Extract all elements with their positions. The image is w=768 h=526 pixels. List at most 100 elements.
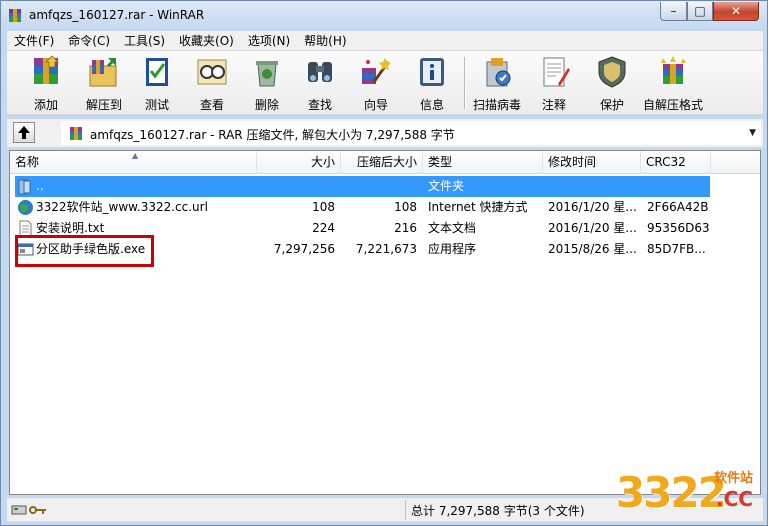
wizard-icon: [362, 58, 391, 84]
find-icon: [308, 62, 332, 82]
file-size: 108: [312, 200, 335, 214]
test-label: 测试: [144, 98, 169, 112]
file-type: 文件夹: [428, 179, 465, 193]
file-size: 7,297,256: [273, 242, 335, 256]
address-bar: amfqzs_160127.rar - RAR 压缩文件, 解包大小为 7,29…: [7, 119, 763, 147]
test-icon: [146, 58, 168, 86]
file-crc32: 95356D63: [647, 221, 710, 235]
sfx-button[interactable]: 自解压格式: [639, 54, 707, 114]
drive-key-icon: [11, 505, 46, 515]
column-name-label: 名称: [15, 155, 40, 169]
file-list[interactable]: 名称 ▲ 大小 压缩后大小 类型 修改时间 CRC32 .. 文件夹 3322软…: [9, 150, 761, 495]
watermark-logo: 3322 软件站 .CC: [616, 467, 766, 525]
toolbar: 添加 解压到 测试 查看 删除 查找 向导 信息 扫描病毒 注释 保护 自解压格…: [7, 51, 763, 115]
address-field[interactable]: amfqzs_160127.rar - RAR 压缩文件, 解包大小为 7,29…: [61, 121, 761, 145]
virus-scan-icon: [486, 58, 511, 87]
file-name: ..: [36, 179, 44, 193]
column-size[interactable]: 大小: [257, 151, 341, 174]
file-type: 应用程序: [428, 242, 477, 256]
file-crc32: 85D7FB...: [647, 242, 706, 256]
winrar-window: amfqzs_160127.rar - WinRAR – □ ✕ 文件(F) 命…: [0, 0, 768, 526]
maximize-button[interactable]: □: [687, 2, 713, 21]
close-icon: ✕: [730, 4, 742, 18]
info-icon: [420, 58, 444, 86]
sfx-label: 自解压格式: [642, 98, 703, 112]
red-highlight-box: [15, 235, 154, 267]
file-type: 文本文档: [428, 221, 477, 235]
file-name: 3322软件站_www.3322.cc.url: [36, 200, 208, 214]
table-row[interactable]: .. 文件夹: [10, 176, 760, 197]
virus-scan-label: 扫描病毒: [472, 98, 521, 112]
file-packed-size: 7,221,673: [355, 242, 417, 256]
file-crc32: 2F66A42B: [647, 200, 709, 214]
menu-favorites[interactable]: 收藏夹(O): [172, 31, 241, 51]
file-type: Internet 快捷方式: [428, 200, 528, 214]
find-label: 查找: [307, 98, 332, 112]
address-text: amfqzs_160127.rar - RAR 压缩文件, 解包大小为 7,29…: [90, 128, 455, 142]
menu-tools[interactable]: 工具(S): [117, 31, 172, 51]
maximize-icon: □: [694, 4, 706, 18]
watermark-number: 3322: [616, 468, 727, 517]
sort-up-icon: ▲: [132, 151, 139, 160]
minimize-button[interactable]: –: [660, 2, 687, 21]
archive-icon: [70, 127, 82, 140]
window-title: amfqzs_160127.rar - WinRAR: [29, 8, 205, 22]
view-button[interactable]: 查看: [191, 54, 233, 114]
table-row[interactable]: 3322软件站_www.3322.cc.url 108 108 Internet…: [10, 197, 760, 218]
menu-file[interactable]: 文件(F): [7, 31, 61, 51]
info-label: 信息: [419, 98, 444, 112]
column-crc32-label: CRC32: [646, 155, 686, 169]
watermark-site-name: 软件站: [714, 471, 754, 486]
status-text: 总计 7,297,588 字节(3 个文件): [411, 504, 585, 518]
extract-to-button[interactable]: 解压到: [77, 54, 131, 114]
menu-commands[interactable]: 命令(C): [61, 31, 117, 51]
column-packed-label: 压缩后大小: [356, 155, 417, 169]
folder-icon: [18, 179, 31, 195]
info-button[interactable]: 信息: [411, 54, 453, 114]
protect-label: 保护: [599, 98, 624, 112]
wizard-button[interactable]: 向导: [355, 54, 397, 114]
virus-scan-button[interactable]: 扫描病毒: [469, 54, 525, 114]
column-type-label: 类型: [428, 155, 453, 169]
chevron-down-icon[interactable]: ▼: [749, 128, 756, 138]
column-type[interactable]: 类型: [423, 151, 543, 174]
sfx-icon: [661, 56, 686, 84]
column-modified[interactable]: 修改时间: [543, 151, 641, 174]
menu-options[interactable]: 选项(N): [241, 31, 297, 51]
comment-button[interactable]: 注释: [533, 54, 575, 114]
add-label: 添加: [33, 98, 58, 112]
delete-button[interactable]: 删除: [247, 54, 287, 114]
toolbar-separator: [464, 57, 466, 109]
add-button[interactable]: 添加: [21, 54, 71, 114]
title-bar[interactable]: amfqzs_160127.rar - WinRAR – □ ✕: [1, 1, 767, 31]
menu-help[interactable]: 帮助(H): [297, 31, 353, 51]
minimize-icon: –: [670, 4, 677, 18]
view-icon: [197, 59, 227, 85]
close-button[interactable]: ✕: [713, 2, 759, 21]
protect-button[interactable]: 保护: [591, 54, 633, 114]
globe-icon: [18, 200, 33, 215]
wizard-label: 向导: [363, 98, 388, 112]
test-button[interactable]: 测试: [137, 54, 177, 114]
comment-label: 注释: [541, 98, 566, 112]
file-packed-size: 108: [394, 200, 417, 214]
winrar-app-icon: [9, 9, 21, 22]
column-crc32[interactable]: CRC32: [641, 151, 711, 174]
delete-icon: [256, 61, 278, 87]
status-divider: [405, 500, 406, 520]
view-label: 查看: [199, 98, 224, 112]
protect-icon: [598, 56, 626, 88]
up-folder-icon: [18, 126, 30, 139]
up-folder-button[interactable]: [13, 122, 35, 143]
file-modified: 2015/8/26 星...: [548, 242, 637, 256]
column-packed[interactable]: 压缩后大小: [341, 151, 423, 174]
column-modified-label: 修改时间: [548, 155, 597, 169]
column-size-label: 大小: [310, 155, 335, 169]
file-packed-size: 216: [394, 221, 417, 235]
extract-to-icon: [89, 58, 117, 87]
column-header: 名称 ▲ 大小 压缩后大小 类型 修改时间 CRC32: [10, 151, 760, 174]
comment-icon: [543, 57, 570, 87]
menu-bar: 文件(F) 命令(C) 工具(S) 收藏夹(O) 选项(N) 帮助(H): [7, 31, 763, 51]
file-size: 224: [312, 221, 335, 235]
find-button[interactable]: 查找: [299, 54, 341, 114]
